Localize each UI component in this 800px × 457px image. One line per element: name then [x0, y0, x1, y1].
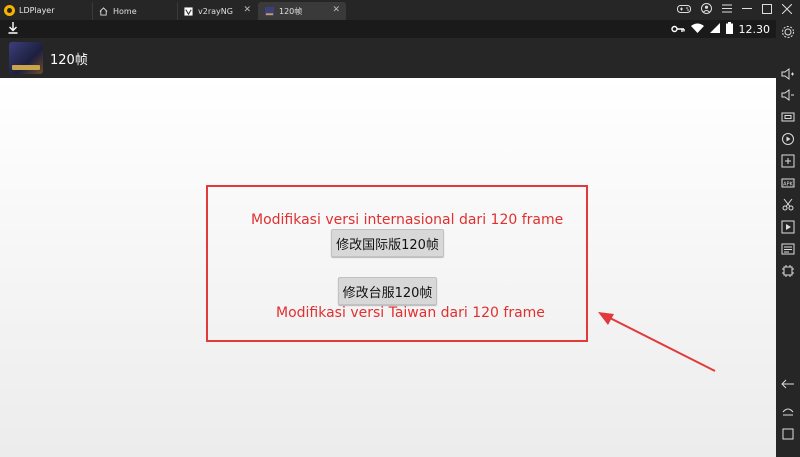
wifi-icon: [690, 23, 704, 36]
volume-up-icon[interactable]: [781, 66, 795, 80]
record-icon[interactable]: [781, 131, 795, 145]
tab-120fps[interactable]: 120帧 ✕: [258, 2, 346, 20]
volume-down-icon[interactable]: [781, 87, 795, 101]
tab-120fps-label: 120帧: [279, 6, 303, 16]
cut-icon[interactable]: [781, 197, 795, 211]
recent-apps-icon[interactable]: [781, 426, 795, 440]
emulator-sidebar: APK: [776, 20, 800, 457]
battery-icon: [725, 22, 733, 37]
status-time: 12.30: [738, 23, 771, 36]
tab-120fps-close-icon[interactable]: ✕: [332, 5, 340, 15]
home-icon: [99, 6, 108, 16]
ldplayer-logo-icon: [4, 4, 15, 16]
app-title: 120帧: [50, 53, 88, 68]
vpn-key-icon: [670, 23, 685, 36]
add-apk-icon[interactable]: [781, 153, 795, 168]
account-icon[interactable]: [701, 3, 712, 17]
annotation-arrow: [598, 312, 716, 372]
play-icon[interactable]: [781, 219, 795, 234]
gamepad-icon[interactable]: [677, 4, 691, 17]
menu-icon[interactable]: [722, 4, 732, 16]
back-icon[interactable]: [781, 376, 795, 390]
minimize-icon[interactable]: [742, 4, 752, 16]
android-status-bar: 12.30: [0, 20, 776, 38]
app-content: Modifikasi versi internasional dari 120 …: [0, 78, 776, 457]
maximize-icon[interactable]: [762, 3, 772, 17]
close-window-icon[interactable]: [781, 3, 793, 17]
tab-v2rayng-close-icon[interactable]: ✕: [243, 5, 251, 15]
folder-icon[interactable]: [781, 241, 795, 255]
sync-icon[interactable]: [781, 263, 795, 277]
v2rayng-icon: [184, 6, 193, 16]
home-nav-icon[interactable]: [781, 402, 795, 416]
app-bar: 120帧: [0, 38, 776, 78]
tab-v2rayng-label: v2rayNG: [198, 6, 233, 16]
window-controls: [677, 0, 800, 20]
tab-home[interactable]: Home: [92, 2, 177, 20]
svg-text:APK: APK: [783, 182, 793, 188]
screenshot-icon[interactable]: [781, 109, 795, 123]
app-name: LDPlayer: [19, 5, 55, 15]
download-icon: [8, 22, 18, 37]
app-brand: LDPlayer: [4, 3, 55, 17]
tab-home-label: Home: [113, 6, 137, 16]
game-icon: [265, 6, 274, 16]
signal-icon: [709, 23, 720, 36]
app-icon: [9, 42, 43, 74]
status-icons: 12.30: [670, 22, 771, 37]
window-titlebar: LDPlayer Home v2rayNG ✕ 120帧 ✕: [0, 0, 800, 20]
install-apk-icon[interactable]: APK: [781, 175, 795, 189]
tab-v2rayng[interactable]: v2rayNG ✕: [177, 2, 257, 20]
settings-icon[interactable]: [781, 24, 795, 38]
